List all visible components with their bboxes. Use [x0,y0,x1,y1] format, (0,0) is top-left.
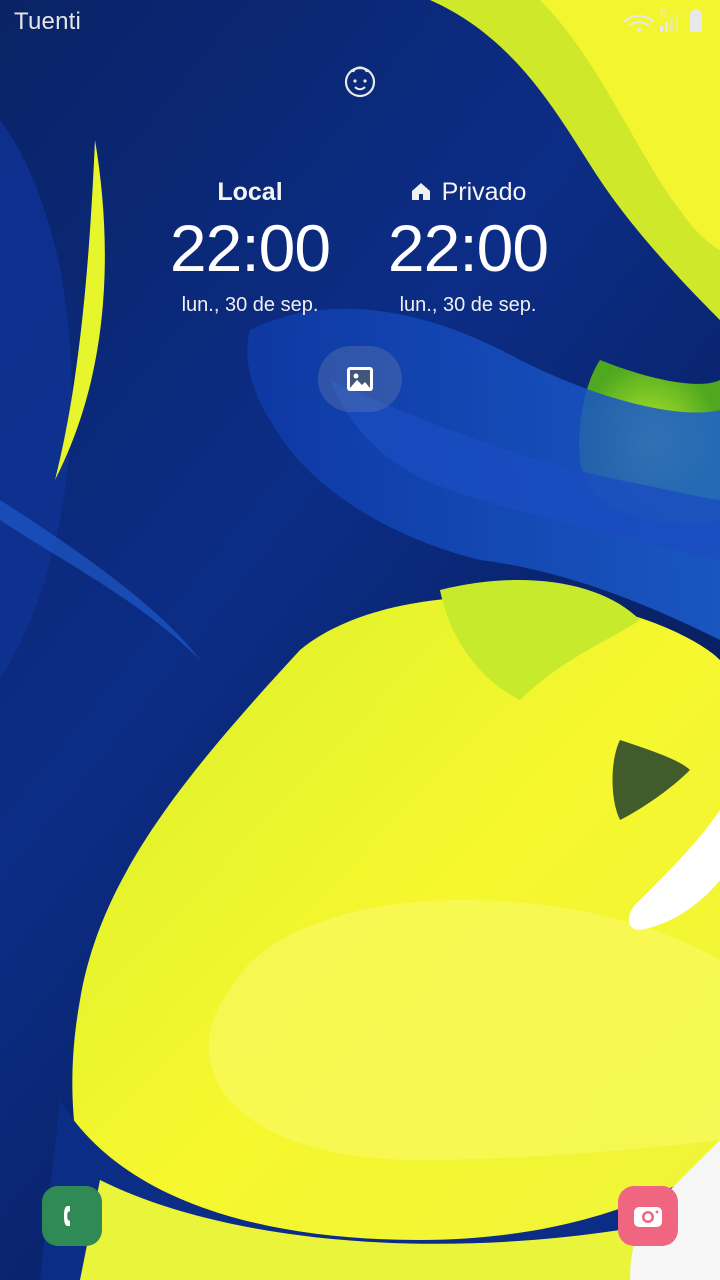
clock-local-label: Local [217,178,283,206]
clock-home-time: 22:00 [387,211,549,285]
camera-icon [634,1207,662,1227]
clock-local-date: lun., 30 de sep. [181,294,319,316]
phone-icon [64,1206,70,1226]
clock-home-label-row: Privado [358,176,578,208]
face-icon[interactable] [340,60,380,100]
camera-shortcut-button[interactable] [618,1186,678,1246]
clock-home-date: lun., 30 de sep. [399,294,537,316]
wallpaper-services-button[interactable] [318,346,402,412]
carrier-name: Tuenti [14,8,82,35]
clock-home-label: Privado [441,178,527,206]
roaming-indicator: R [660,9,667,20]
status-icons: R [623,9,702,32]
battery-icon [690,9,702,32]
status-bar: Tuenti R [0,0,720,44]
image-icon [347,367,373,391]
clock-local-time: 22:00 [169,211,331,285]
clock-home: Privado 22:00 lun., 30 de sep. [358,176,578,318]
clock-local: Local 22:00 lun., 30 de sep. [140,176,360,318]
wifi-icon [623,15,655,32]
phone-shortcut-button[interactable] [42,1186,102,1246]
home-icon [411,183,430,200]
